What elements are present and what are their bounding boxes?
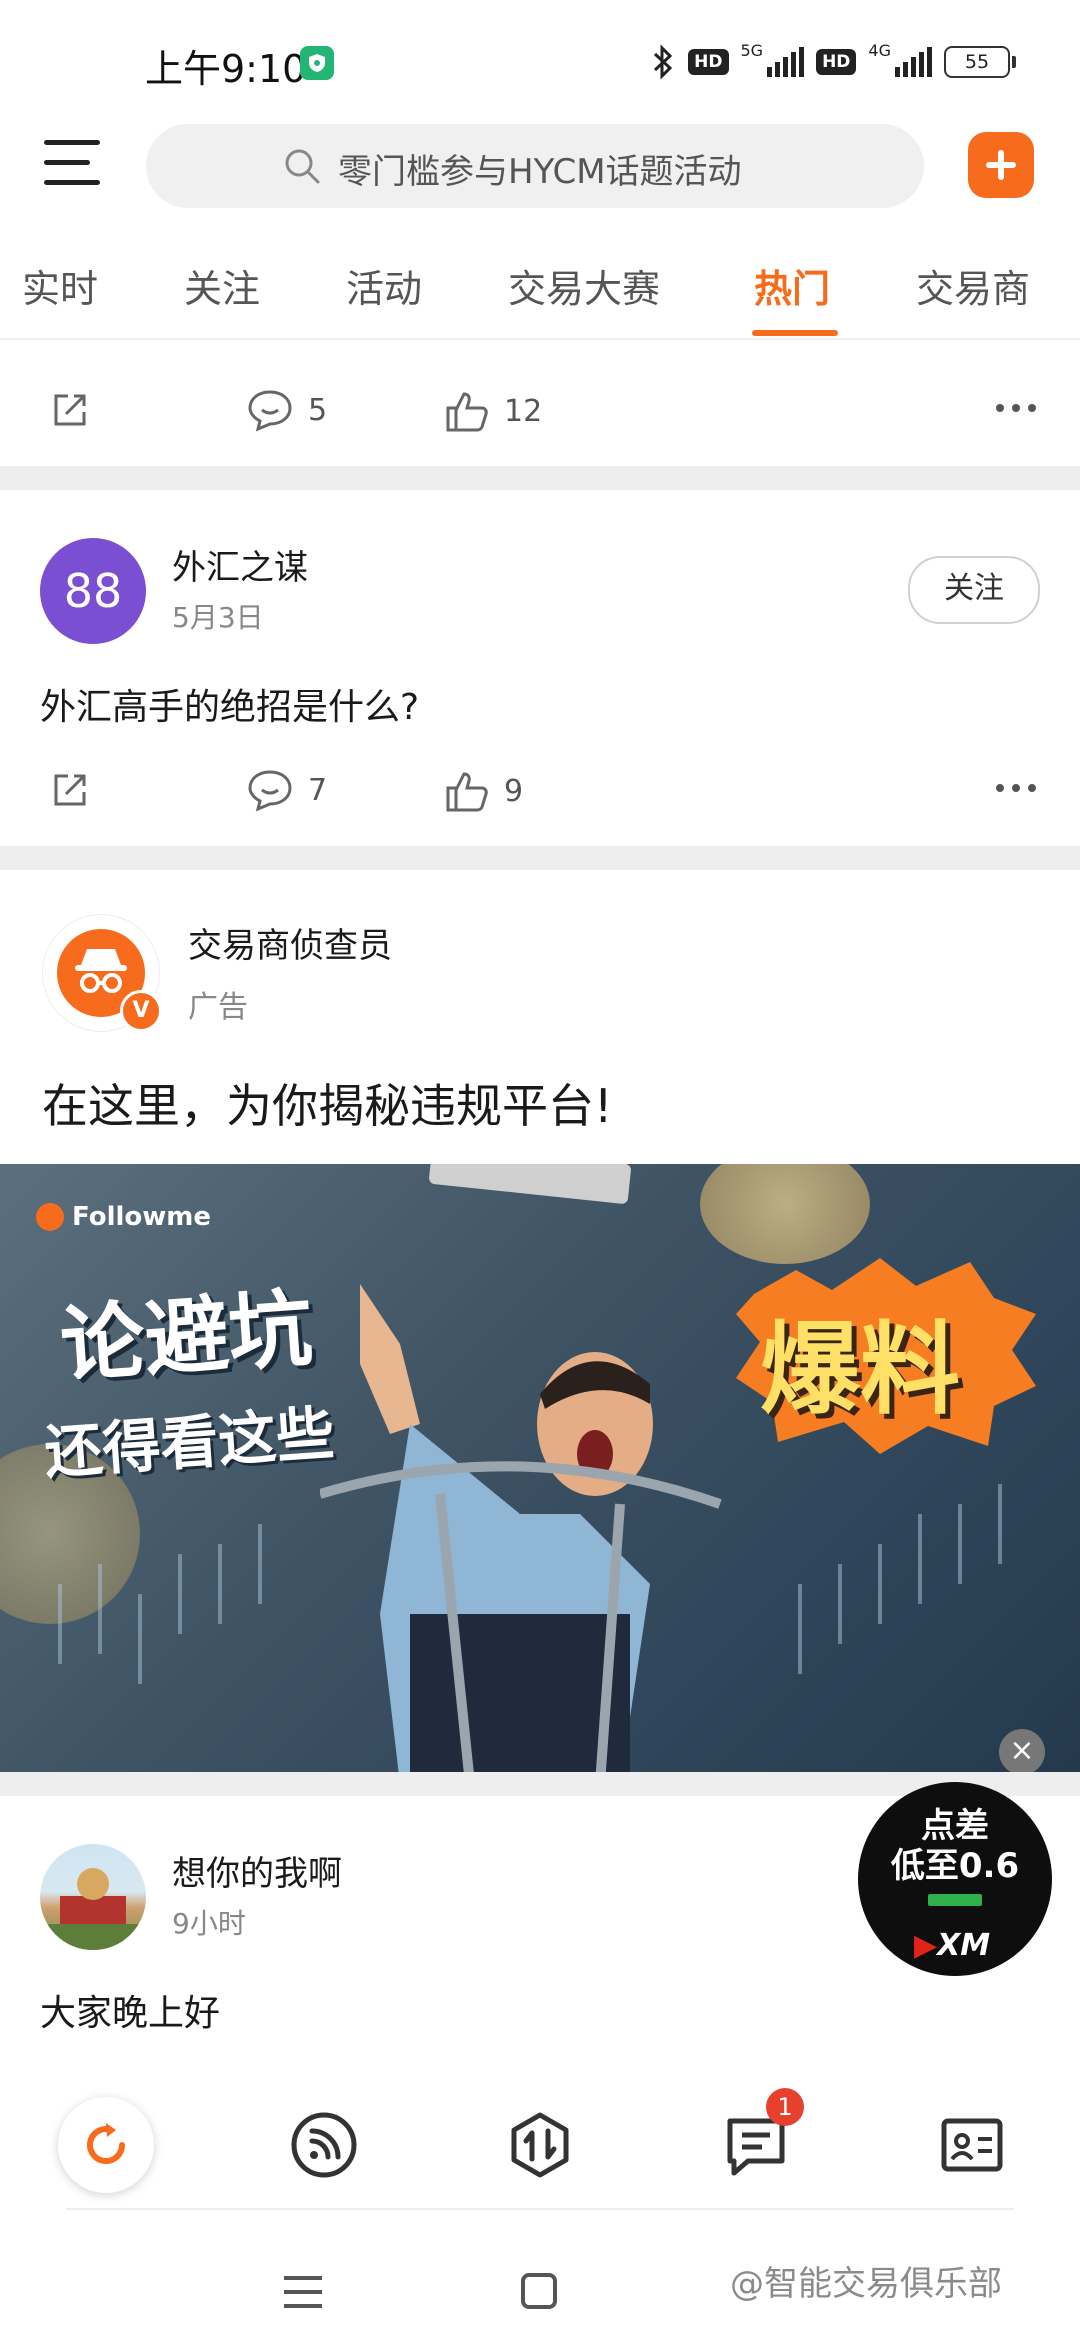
- comment-icon: [248, 770, 292, 812]
- author-name[interactable]: 交易商侦查员: [188, 918, 392, 967]
- ad-banner[interactable]: Followme 论避坑 还得看这些 爆料: [0, 1164, 1080, 1772]
- post-actions: 5 12: [0, 368, 1080, 448]
- comment-count: 7: [308, 772, 328, 808]
- avatar[interactable]: 88: [40, 538, 146, 644]
- floating-ad-button: [928, 1894, 982, 1906]
- shield-icon: [300, 46, 334, 80]
- recent-apps-icon[interactable]: [282, 2274, 324, 2310]
- xm-logo: ▶XM: [914, 1928, 991, 1963]
- tab-contest[interactable]: 交易大赛: [508, 258, 660, 313]
- more-options-icon[interactable]: [996, 404, 1036, 412]
- rss-icon: [291, 2112, 357, 2178]
- hd-icon: HD: [688, 49, 729, 75]
- divider: [0, 466, 1080, 490]
- signal-icon: [767, 47, 805, 77]
- refresh-icon: [87, 2123, 125, 2164]
- share-icon: [54, 394, 86, 426]
- search-placeholder: 零门槛参与HYCM话题活动: [338, 152, 742, 192]
- profile-card-icon: [941, 2118, 1003, 2172]
- post-text[interactable]: 外汇高手的绝招是什么?: [40, 678, 419, 730]
- like-count: 9: [504, 773, 524, 809]
- author-name[interactable]: 想你的我啊: [172, 1846, 342, 1895]
- screaming-man-illustration: [320, 1284, 722, 1772]
- status-time: 上午9:10: [145, 47, 307, 91]
- avatar[interactable]: [40, 1844, 146, 1950]
- comment-button[interactable]: 5: [246, 388, 327, 432]
- comment-count: 5: [308, 392, 328, 428]
- coin-decoration: [700, 1164, 870, 1264]
- like-button[interactable]: 9: [442, 768, 523, 814]
- menu-icon[interactable]: [44, 140, 104, 190]
- ad-label: 广告: [188, 990, 248, 1025]
- divider: [0, 846, 1080, 870]
- divider: [0, 338, 1080, 340]
- bluetooth-icon: [654, 44, 673, 80]
- follow-button[interactable]: 关注: [908, 556, 1040, 624]
- banknote-decoration: [428, 1164, 632, 1205]
- floating-ad[interactable]: 点差 低至0.6 ▶XM: [858, 1782, 1052, 1976]
- watermark: @智能交易俱乐部: [730, 2264, 1002, 2304]
- verified-badge: V: [120, 990, 162, 1032]
- active-tab-indicator: [752, 330, 838, 336]
- tab-events[interactable]: 活动: [346, 258, 422, 313]
- search-icon: [285, 149, 320, 184]
- network-type: 4G: [868, 40, 891, 60]
- like-button[interactable]: 12: [442, 388, 542, 434]
- author-name[interactable]: 外汇之谋: [172, 540, 308, 589]
- close-ad-button[interactable]: ×: [999, 1729, 1045, 1775]
- tab-following[interactable]: 关注: [184, 258, 260, 313]
- floating-ad-subtitle: 低至0.6: [890, 1846, 1020, 1886]
- search-bar[interactable]: 零门槛参与HYCM话题活动: [146, 124, 924, 208]
- comment-icon: [248, 390, 292, 432]
- status-bar: 上午9:10 HD 5G HD 4G 55: [0, 0, 1080, 120]
- ad-headline[interactable]: 在这里，为你揭秘违规平台!: [42, 1070, 612, 1136]
- notification-badge: 1: [766, 2088, 804, 2126]
- trade-icon: [511, 2112, 569, 2178]
- banner-highlight: 爆料: [760, 1311, 960, 1428]
- hd-icon: HD: [816, 49, 857, 75]
- post-text[interactable]: 大家晚上好: [40, 1984, 220, 2036]
- post-actions: 7 9: [0, 748, 1080, 828]
- tab-brokers[interactable]: 交易商: [916, 258, 1030, 313]
- feed-tabs: 实时 关注 活动 交易大赛 热门 交易商: [0, 240, 1080, 340]
- thumbs-up-icon: [446, 392, 488, 432]
- divider: [66, 2208, 1014, 2210]
- status-indicators: HD 5G HD 4G 55: [650, 40, 1016, 84]
- nav-feed[interactable]: [276, 2097, 372, 2193]
- tab-realtime[interactable]: 实时: [22, 258, 98, 313]
- comment-button[interactable]: 7: [246, 768, 327, 812]
- tab-hot[interactable]: 热门: [754, 258, 830, 313]
- share-button[interactable]: [48, 768, 92, 812]
- post-date: 5月3日: [172, 601, 264, 634]
- home-button-icon[interactable]: [520, 2272, 558, 2310]
- nav-trade[interactable]: [492, 2097, 588, 2193]
- more-options-icon[interactable]: [996, 784, 1036, 792]
- share-icon: [54, 774, 86, 806]
- banner-title: 论避坑: [57, 1279, 316, 1395]
- like-count: 12: [504, 393, 543, 429]
- signal-icon: [895, 47, 932, 77]
- post-date: 9小时: [172, 1907, 246, 1940]
- followme-logo: Followme: [36, 1202, 211, 1232]
- add-post-button[interactable]: [968, 132, 1034, 198]
- network-type: 5G: [740, 40, 764, 60]
- thumbs-up-icon: [446, 772, 488, 812]
- nav-home-refresh[interactable]: [58, 2097, 154, 2193]
- battery-icon: 55: [944, 46, 1016, 78]
- nav-profile[interactable]: [924, 2097, 1020, 2193]
- share-button[interactable]: [48, 388, 92, 432]
